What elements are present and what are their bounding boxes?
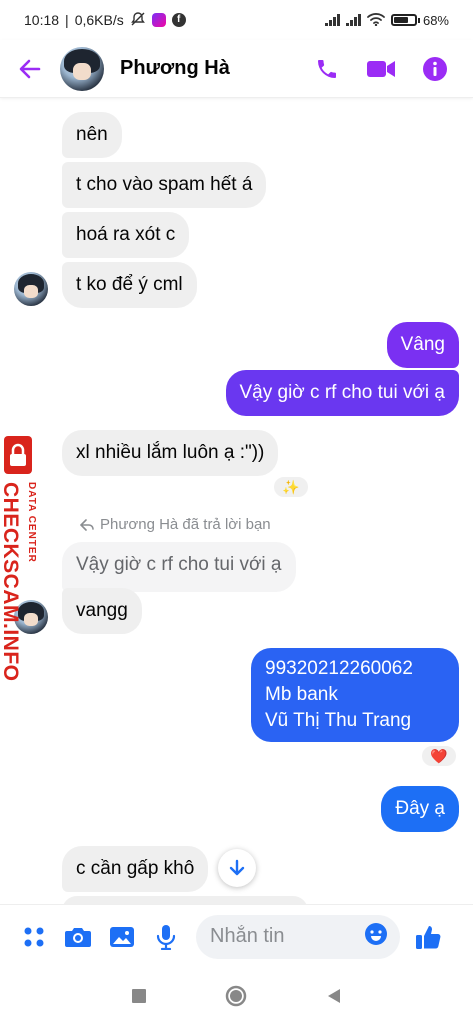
signal-icon — [324, 14, 340, 26]
info-icon — [423, 56, 447, 81]
status-right: 68% — [324, 12, 449, 29]
watermark-sub: DATA CENTER — [26, 482, 37, 563]
camera-icon — [65, 927, 91, 947]
reply-arrow-icon — [80, 518, 94, 531]
voice-button[interactable] — [144, 915, 188, 959]
gallery-icon — [110, 926, 134, 947]
message-incoming[interactable]: vangg — [62, 588, 142, 634]
chat-header: Phương Hà — [0, 40, 473, 98]
system-nav-bar — [0, 968, 473, 1024]
menu-dots-icon — [24, 927, 44, 946]
back-nav-button[interactable] — [314, 976, 354, 1016]
avatar[interactable] — [60, 46, 104, 91]
message-incoming[interactable]: c cần gấp khô — [62, 846, 209, 892]
info-button[interactable] — [419, 53, 451, 85]
reaction-sparkle[interactable]: ✨ — [272, 475, 310, 499]
signal-icon — [345, 14, 361, 26]
composer-bar — [0, 904, 473, 968]
emoji-button[interactable] — [364, 922, 388, 951]
more-actions-button[interactable] — [12, 915, 56, 959]
app-badge-icon — [151, 13, 166, 27]
contact-name[interactable]: Phương Hà — [120, 57, 230, 80]
message-input-container[interactable] — [196, 914, 400, 959]
message-outgoing[interactable]: Đây ạ — [381, 786, 459, 832]
microphone-icon — [156, 924, 176, 950]
header-actions — [311, 53, 473, 85]
arrow-down-icon — [229, 859, 245, 876]
wifi-icon — [367, 12, 385, 29]
watermark: CHECKSCAM.INFO DATA CENTER — [0, 436, 50, 682]
quoted-message[interactable]: Vậy giờ c rf cho tui với ạ — [62, 542, 296, 592]
call-button[interactable] — [311, 53, 343, 85]
reply-indicator: Phương Hà đã trả lời bạn — [80, 516, 271, 533]
emoji-icon — [365, 923, 387, 945]
network-speed: 0,6KB/s — [74, 12, 124, 28]
message-incoming-partial[interactable] — [62, 896, 308, 904]
message-incoming[interactable]: t ko để ý cml — [62, 262, 197, 308]
message-incoming[interactable]: t cho vào spam hết á — [62, 162, 267, 208]
mute-icon — [130, 11, 146, 30]
message-outgoing-bank-info[interactable]: 99320212260062 Mb bank Vũ Thị Thu Trang — [251, 648, 459, 742]
gallery-button[interactable] — [100, 915, 144, 959]
camera-button[interactable] — [56, 915, 100, 959]
battery-icon — [390, 14, 420, 26]
reply-note-text: Phương Hà đã trả lời bạn — [100, 516, 271, 533]
video-camera-icon — [367, 60, 395, 77]
message-outgoing[interactable]: Vậy giờ c rf cho tui với ạ — [225, 370, 459, 416]
scroll-to-bottom-button[interactable] — [218, 849, 256, 887]
lock-icon — [4, 436, 32, 474]
home-icon — [226, 985, 247, 1007]
battery-fill — [393, 17, 408, 23]
account-holder-name: Vũ Thị Thu Trang — [265, 710, 412, 731]
back-triangle-icon — [328, 989, 341, 1003]
home-button[interactable] — [216, 976, 256, 1016]
status-separator: | — [65, 12, 69, 28]
like-button[interactable] — [406, 915, 450, 959]
message-incoming[interactable]: xl nhiều lắm luôn ạ :")) — [62, 430, 279, 476]
message-input[interactable] — [210, 925, 350, 948]
video-call-button[interactable] — [365, 53, 397, 85]
bank-name: Mb bank — [265, 684, 338, 705]
bank-account-number: 99320212260062 — [265, 658, 413, 679]
status-left: 10:18 | 0,6KB/s f — [24, 11, 186, 30]
watermark-main: CHECKSCAM.INFO — [0, 482, 22, 682]
recent-apps-button[interactable] — [119, 976, 159, 1016]
message-incoming[interactable]: nên — [62, 112, 122, 158]
battery-percent: 68% — [422, 12, 449, 28]
facebook-icon: f — [171, 13, 186, 27]
reaction-heart[interactable]: ❤️ — [420, 744, 458, 768]
phone-icon — [318, 59, 336, 78]
recent-apps-icon — [131, 989, 146, 1003]
back-arrow-icon — [19, 59, 41, 78]
back-button[interactable] — [0, 40, 60, 98]
message-list[interactable]: nên t cho vào spam hết á hoá ra xót c t … — [0, 100, 473, 904]
sender-avatar[interactable] — [14, 272, 48, 306]
message-outgoing[interactable]: Vâng — [386, 322, 459, 368]
message-incoming[interactable]: hoá ra xót c — [62, 212, 190, 258]
status-time: 10:18 — [24, 12, 60, 28]
like-thumb-icon — [416, 925, 441, 949]
status-bar: 10:18 | 0,6KB/s f 68% — [0, 0, 473, 40]
